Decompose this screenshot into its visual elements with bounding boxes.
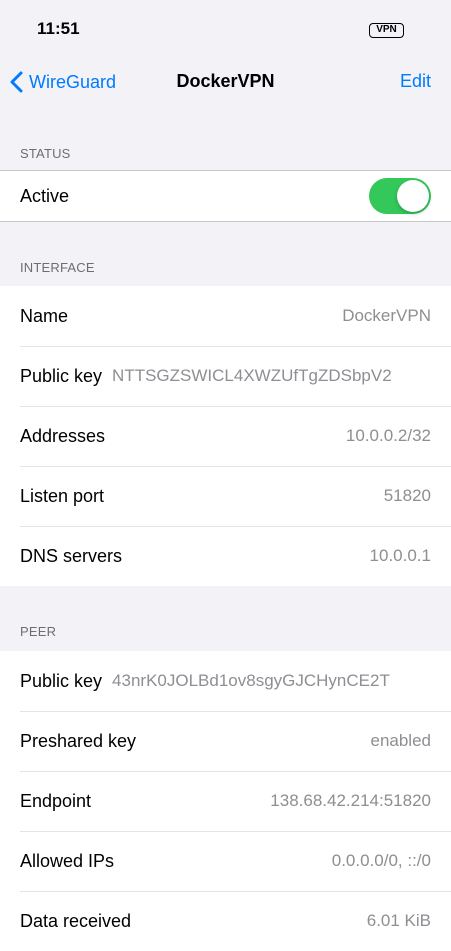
row-value: 10.0.0.2/32: [345, 426, 431, 445]
peer-row-public-key[interactable]: Public key 43nrK0JOLBd1ov8sgyGJCHynCE2T: [0, 651, 451, 711]
peer-row-data-received[interactable]: Data received 6.01 KiB: [0, 891, 451, 951]
row-label: DNS servers: [20, 545, 123, 566]
row-label: Allowed IPs: [20, 850, 115, 871]
status-bar: 11:51 VPN: [0, 0, 451, 56]
navigation-bar: WireGuard DockerVPN Edit: [0, 56, 451, 108]
row-value: 138.68.42.214:51820: [270, 791, 431, 810]
row-label: Data received: [20, 910, 132, 931]
active-label: Active: [20, 185, 70, 206]
status-group: Active: [0, 170, 451, 222]
row-label: Public key: [20, 365, 103, 386]
row-label: Listen port: [20, 485, 105, 506]
row-value: enabled: [370, 731, 431, 750]
status-time: 11:51: [37, 19, 80, 38]
row-value: 43nrK0JOLBd1ov8sgyGJCHynCE2T: [112, 671, 390, 690]
edit-button[interactable]: Edit: [400, 71, 431, 92]
row-label: Endpoint: [20, 790, 92, 811]
row-value: 0.0.0.0/0, ::/0: [331, 851, 431, 870]
row-label: Name: [20, 305, 69, 326]
interface-row-listen-port[interactable]: Listen port 51820: [0, 466, 451, 526]
interface-group: Name DockerVPN Public key NTTSGZSWICL4XW…: [0, 286, 451, 586]
row-value: 51820: [383, 486, 431, 505]
row-value: 6.01 KiB: [366, 911, 431, 930]
interface-row-name[interactable]: Name DockerVPN: [0, 286, 451, 346]
screen: 11:51 VPN WireGuard DockerVPN Edit STATU…: [0, 0, 451, 951]
peer-row-endpoint[interactable]: Endpoint 138.68.42.214:51820: [0, 771, 451, 831]
peer-row-preshared-key[interactable]: Preshared key enabled: [0, 711, 451, 771]
row-label: Public key: [20, 670, 103, 691]
section-header-interface: INTERFACE: [20, 260, 95, 275]
peer-group: Public key 43nrK0JOLBd1ov8sgyGJCHynCE2T …: [0, 651, 451, 951]
interface-row-public-key[interactable]: Public key NTTSGZSWICL4XWZUfTgZDSbpV2: [0, 346, 451, 406]
row-label: Addresses: [20, 425, 106, 446]
status-row-active: Active: [0, 171, 451, 221]
section-header-peer: PEER: [20, 624, 57, 639]
peer-row-allowed-ips[interactable]: Allowed IPs 0.0.0.0/0, ::/0: [0, 831, 451, 891]
vpn-badge: VPN: [369, 23, 404, 38]
row-value: 10.0.0.1: [369, 546, 431, 565]
row-value: DockerVPN: [342, 306, 431, 325]
interface-row-dns-servers[interactable]: DNS servers 10.0.0.1: [0, 526, 451, 586]
page-title: DockerVPN: [176, 71, 275, 91]
row-value: NTTSGZSWICL4XWZUfTgZDSbpV2: [112, 366, 392, 385]
row-label: Preshared key: [20, 730, 137, 751]
active-toggle[interactable]: [369, 178, 431, 214]
toggle-knob: [397, 180, 429, 212]
section-header-status: STATUS: [20, 146, 71, 161]
interface-row-addresses[interactable]: Addresses 10.0.0.2/32: [0, 406, 451, 466]
